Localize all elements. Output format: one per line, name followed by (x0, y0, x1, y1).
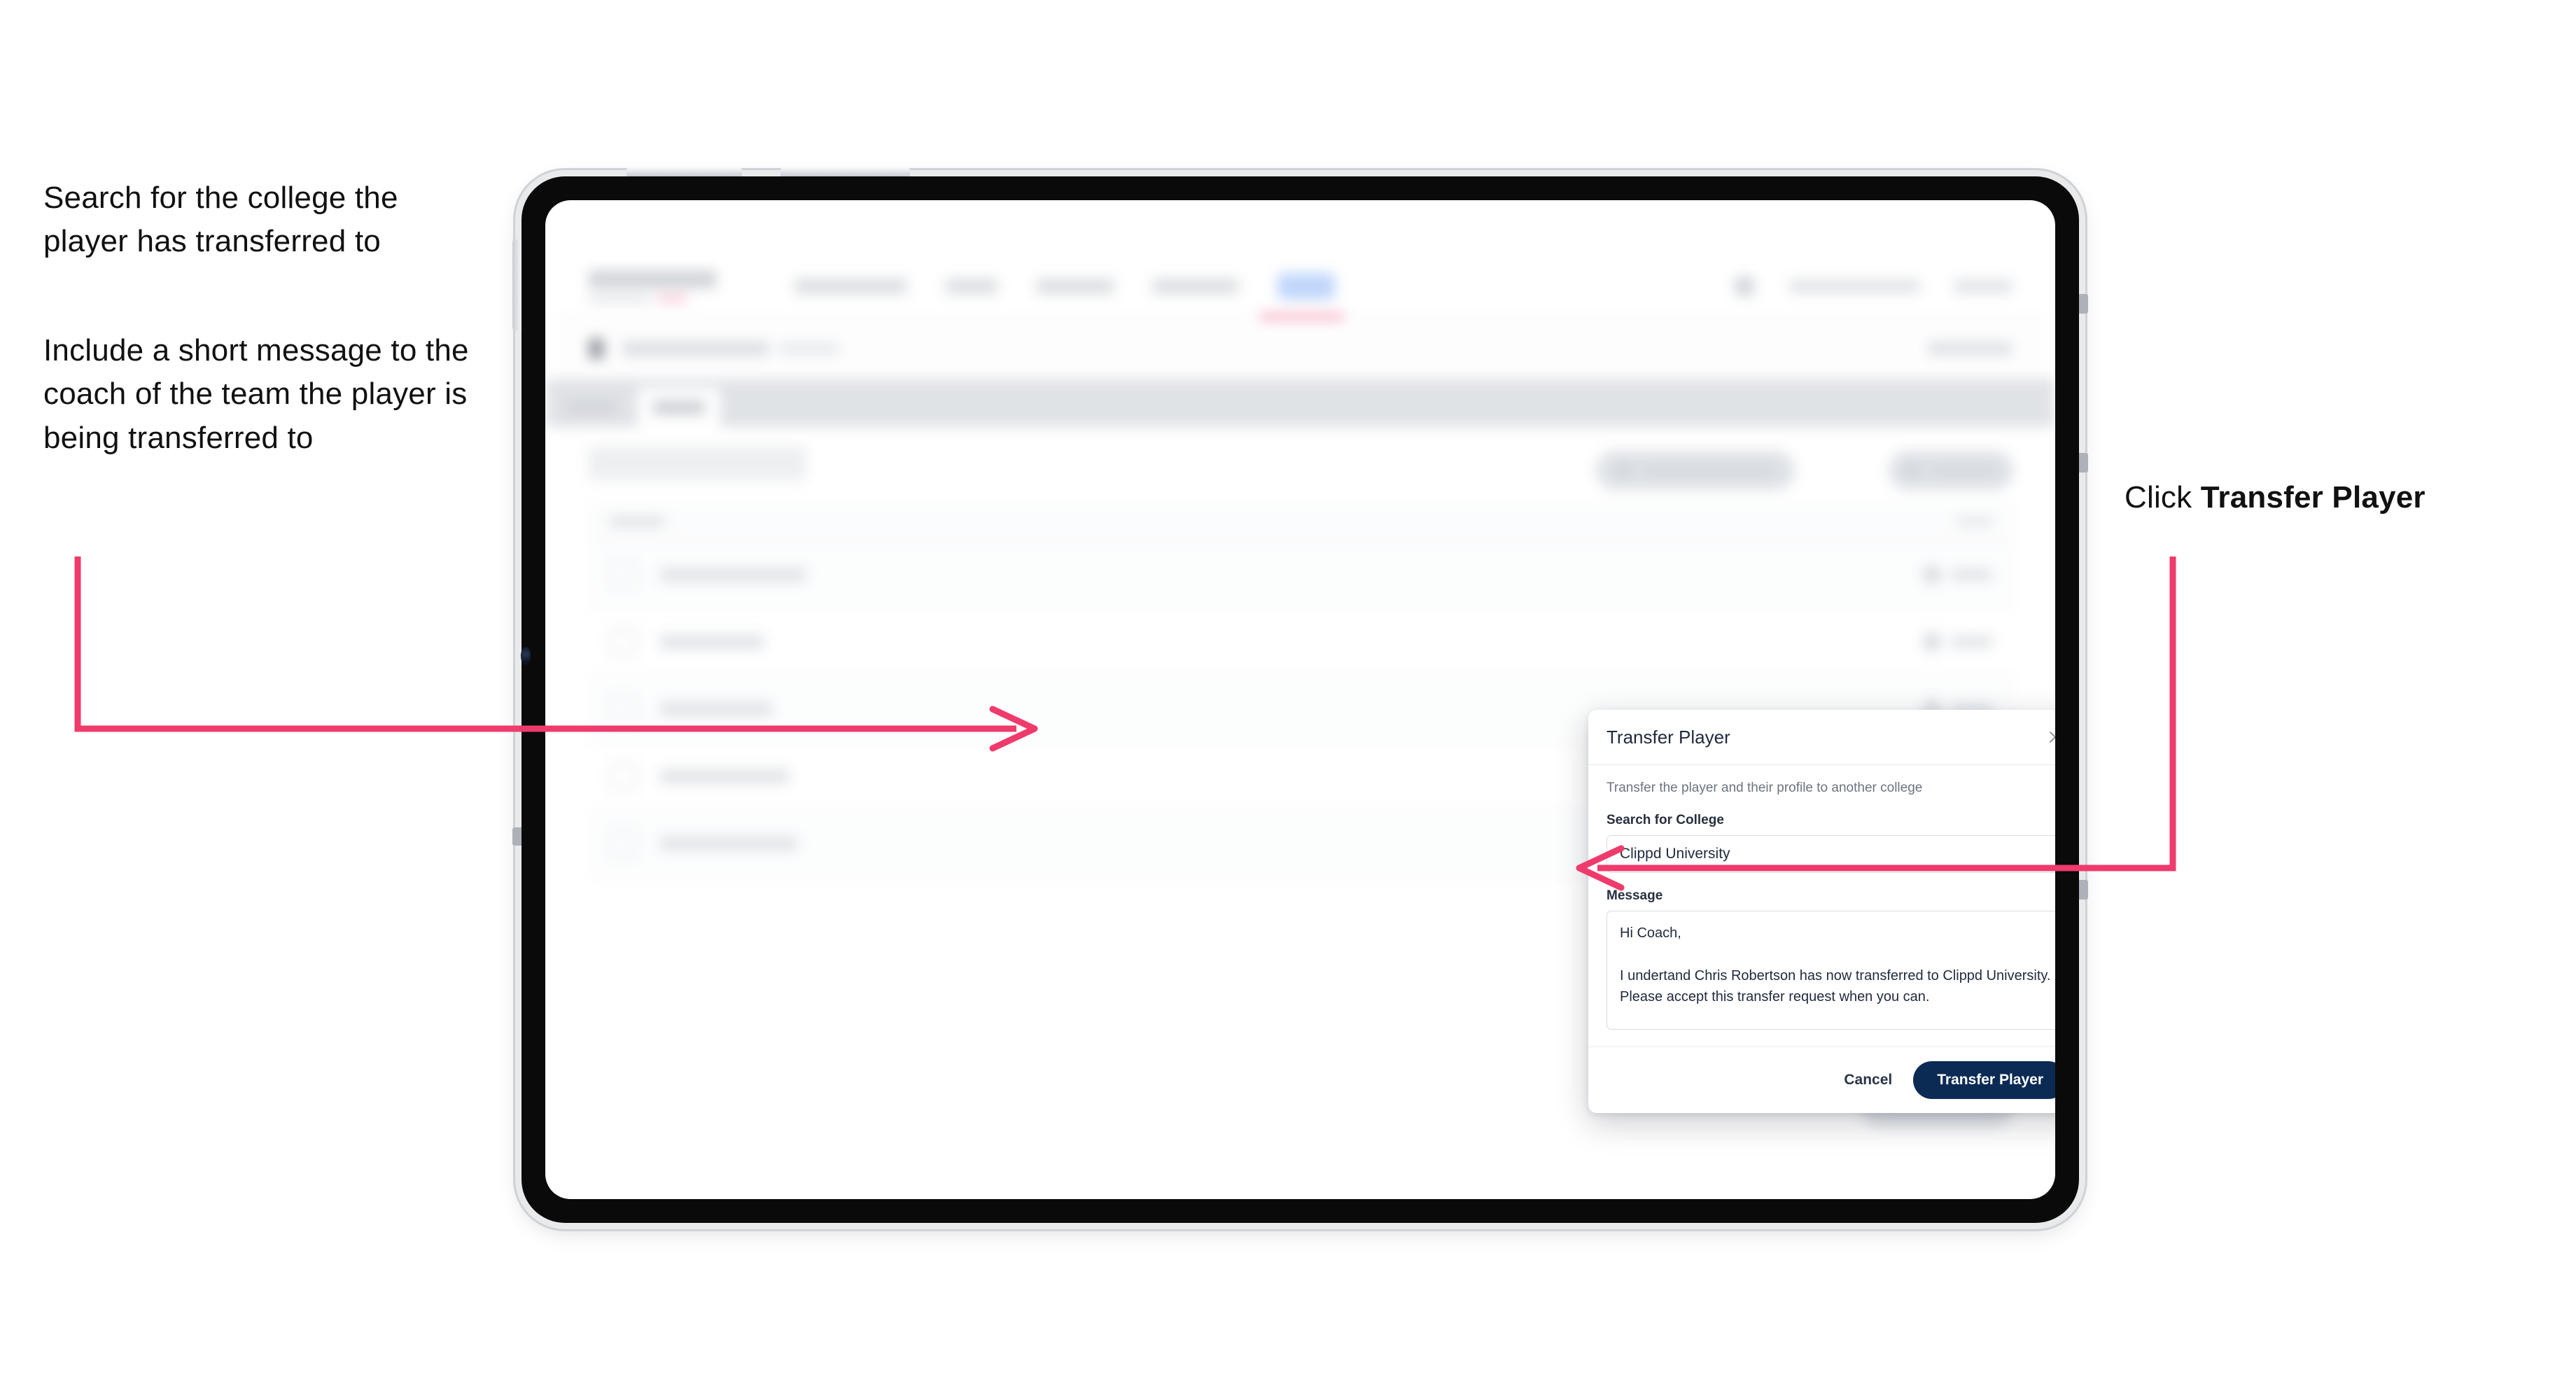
annotation-left-bottom: Include a short message to the coach of … (43, 333, 469, 455)
transfer-icon (1616, 463, 1630, 477)
section-tabs (545, 379, 2055, 427)
add-player-label (1932, 465, 1996, 476)
front-camera-icon (521, 647, 531, 665)
message-textarea[interactable]: Hi Coach, I undertand Chris Robertson ha… (1606, 911, 2055, 1030)
nav-item-2[interactable] (946, 279, 997, 294)
nav-item-3[interactable] (1037, 279, 1114, 294)
cancel-button[interactable]: Cancel (1844, 1072, 1892, 1088)
annotation-right-prefix: Click (2124, 480, 2201, 514)
row-checkbox[interactable] (610, 763, 636, 790)
screenshot-canvas: Search for the college the player has tr… (0, 0, 2576, 1386)
transfer-player-submit-button[interactable]: Transfer Player (1913, 1061, 2055, 1099)
dialog-footer: Cancel Transfer Player (1588, 1046, 2055, 1113)
main-navigation (794, 273, 1335, 300)
breadcrumb-subtitle (779, 342, 839, 356)
volume-down-button (780, 167, 910, 176)
annotation-left-top: Search for the college the player has tr… (43, 181, 398, 259)
power-button (512, 239, 522, 330)
page-title (589, 447, 806, 480)
app-header (545, 255, 2055, 319)
transfer-player-dialog: Transfer Player Transfer the player and … (1588, 710, 2055, 1113)
table-row[interactable] (589, 542, 2013, 609)
dialog-body: Transfer the player and their profile to… (1588, 765, 2055, 1046)
volume-up-button (626, 167, 742, 176)
dialog-title: Transfer Player (1606, 726, 1730, 748)
table-row[interactable] (589, 609, 2013, 676)
left-side-port (512, 827, 522, 846)
tab-roster[interactable] (638, 388, 720, 427)
annotation-right-bold: Transfer Player (2200, 480, 2426, 514)
college-field-label: Search for College (1606, 813, 1724, 827)
nav-item-4[interactable] (1153, 279, 1238, 294)
add-player-button[interactable] (1889, 451, 2013, 490)
right-side-port-top (2079, 294, 2088, 314)
nav-item-1[interactable] (794, 279, 906, 294)
breadcrumb-icon (589, 338, 604, 359)
search-college-input[interactable] (1606, 835, 2055, 873)
dialog-header: Transfer Player (1588, 710, 2055, 765)
brand-subtitle (589, 295, 716, 302)
tablet-device-frame: Transfer Player Transfer the player and … (512, 167, 2088, 1223)
column-header-name (610, 516, 664, 527)
nav-item-active[interactable] (1278, 273, 1335, 300)
player-name (660, 635, 764, 649)
right-side-port-bottom (2079, 880, 2088, 899)
annotation-right: Click Transfer Player (2124, 476, 2558, 519)
row-checkbox[interactable] (610, 696, 636, 722)
player-name (660, 836, 797, 850)
roster-list-header (589, 503, 2013, 542)
right-side-port-middle (2079, 453, 2088, 472)
edit-label (1952, 569, 1992, 580)
pencil-icon (1920, 563, 1944, 587)
avatar[interactable] (1734, 276, 1755, 297)
plus-icon (1905, 463, 1919, 477)
player-name (660, 702, 772, 716)
user-email-label (1790, 280, 1919, 293)
breadcrumb-title (622, 341, 769, 356)
breadcrumb-bar (545, 319, 2055, 379)
sign-out-button[interactable] (1954, 280, 2012, 293)
brand-wordmark (589, 270, 716, 288)
row-checkbox[interactable] (610, 629, 636, 655)
message-field-label: Message (1606, 888, 1663, 903)
tab-details[interactable] (545, 388, 638, 427)
row-checkbox[interactable] (610, 830, 636, 857)
header-account-area (1734, 276, 2012, 297)
brand-subtitle-left (589, 295, 650, 302)
close-icon[interactable] (2043, 725, 2055, 749)
column-header-edit (1957, 517, 1992, 526)
nav-active-underline (1259, 314, 1345, 319)
brand-subtitle-accent (657, 295, 687, 302)
row-checkbox[interactable] (610, 561, 636, 588)
request-player-transfer-button[interactable] (1596, 451, 1795, 490)
pencil-icon (1920, 630, 1944, 654)
cancel-link[interactable] (1928, 342, 2012, 356)
player-name (660, 769, 789, 783)
tablet-screen: Transfer Player Transfer the player and … (545, 200, 2055, 1199)
player-name (660, 568, 806, 582)
dialog-description: Transfer the player and their profile to… (1606, 780, 1923, 795)
brand-logo[interactable] (589, 270, 716, 302)
request-player-transfer-label (1643, 465, 1774, 476)
edit-label (1952, 636, 1992, 648)
message-field-group: Message Hi Coach, I undertand Chris Robe… (1606, 888, 2055, 1030)
